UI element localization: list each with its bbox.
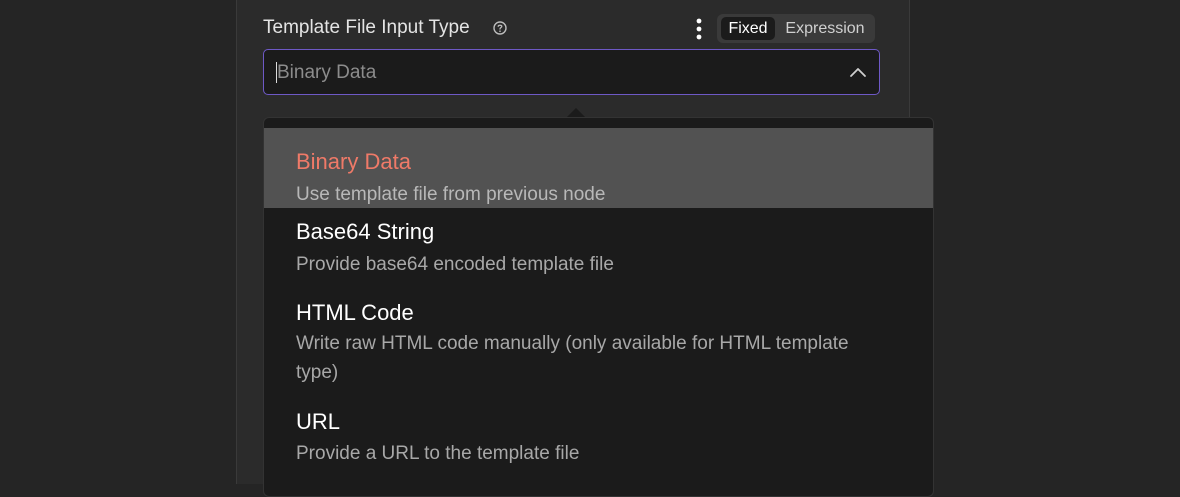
select-placeholder: Binary Data [277, 62, 377, 83]
option-html-code[interactable]: HTML Code Write raw HTML code manually (… [264, 288, 933, 398]
fixed-option[interactable]: Fixed [721, 17, 775, 40]
expression-option[interactable]: Expression [779, 17, 871, 40]
template-input-type-select[interactable]: Binary Data [263, 49, 880, 95]
option-base64-string[interactable]: Base64 String Provide base64 encoded tem… [264, 208, 933, 288]
option-title: URL [296, 409, 341, 434]
option-description: Write raw HTML code manually (only avail… [296, 333, 849, 383]
parameter-label: Template File Input Type [263, 17, 470, 38]
option-title: Binary Data [296, 149, 411, 174]
options-dropdown: Binary Data Use template file from previ… [263, 117, 934, 497]
fixed-expression-toggle: Fixed Expression [717, 14, 875, 43]
option-binary-data[interactable]: Binary Data Use template file from previ… [264, 128, 933, 208]
option-description: Use template file from previous node [296, 184, 606, 205]
chevron-up-icon[interactable] [849, 65, 867, 79]
option-description: Provide base64 encoded template file [296, 254, 614, 275]
kebab-menu-icon[interactable] [693, 17, 705, 41]
option-description: Provide a URL to the template file [296, 443, 580, 464]
option-title: Base64 String [296, 219, 435, 244]
option-url[interactable]: URL Provide a URL to the template file [264, 398, 933, 478]
option-title: HTML Code [296, 300, 414, 325]
question-circle-icon[interactable] [493, 21, 507, 35]
